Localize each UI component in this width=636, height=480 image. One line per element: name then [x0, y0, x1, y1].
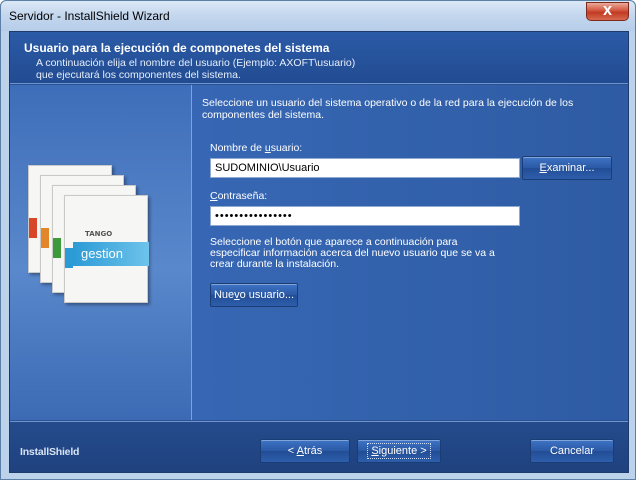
next-button[interactable]: Siguiente > [357, 439, 441, 463]
username-input[interactable]: SUDOMINIO\Usuario [210, 158, 520, 178]
back-button[interactable]: < Atrás [260, 439, 350, 463]
product-image-panel: TANGO gestion [10, 85, 192, 420]
form-area: Seleccione un usuario del sistema operat… [202, 85, 622, 420]
product-name: gestion [73, 242, 149, 266]
close-button[interactable]: X [586, 2, 629, 21]
step-title: Usuario para la ejecución de componetes … [24, 41, 330, 55]
product-box-front: TANGO gestion [64, 195, 149, 303]
username-label: Nombre de usuario: [210, 142, 303, 154]
new-user-note: Seleccione el botón que aparece a contin… [210, 236, 495, 270]
cancel-button[interactable]: Cancelar [530, 439, 614, 463]
password-label: Contraseña: [210, 190, 268, 202]
box-tab-green [53, 238, 61, 258]
next-button-label: Siguiente > [367, 443, 431, 459]
product-box-illustration: TANGO gestion [28, 165, 178, 335]
box-tab-blue [65, 248, 73, 268]
product-brand: TANGO [85, 230, 113, 238]
wizard-client-area: Usuario para la ejecución de componetes … [9, 31, 629, 473]
examinar-button[interactable]: Examinar... [522, 156, 612, 180]
wizard-footer: InstallShield < Atrás Siguiente > Cancel… [10, 421, 628, 472]
box-tab-red [29, 218, 37, 238]
password-input[interactable]: •••••••••••••••• [210, 206, 520, 226]
installshield-brand: InstallShield [20, 446, 80, 458]
new-user-button[interactable]: Nuevo usuario... [210, 283, 298, 307]
wizard-header: Usuario para la ejecución de componetes … [10, 32, 628, 84]
intro-text: Seleccione un usuario del sistema operat… [202, 97, 574, 121]
window-title: Servidor - InstallShield Wizard [9, 9, 170, 23]
installer-window: Servidor - InstallShield Wizard X Usuari… [0, 0, 636, 480]
title-bar: Servidor - InstallShield Wizard X [1, 1, 635, 31]
wizard-body: TANGO gestion Seleccione un usuario del … [10, 85, 628, 420]
box-tab-orange [41, 228, 49, 248]
step-description: A continuación elija el nombre del usuar… [36, 57, 356, 81]
